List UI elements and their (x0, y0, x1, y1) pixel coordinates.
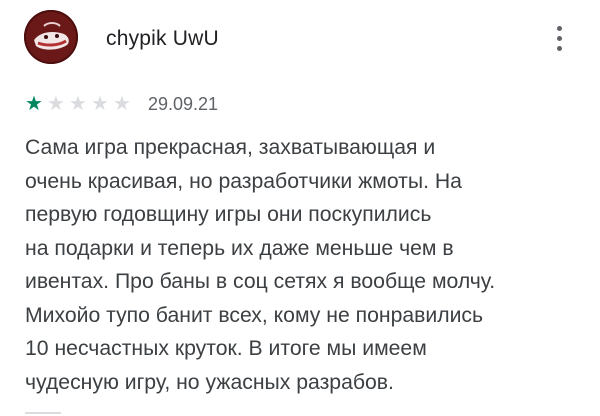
review-text-line: первую годовщину игры они поскупились (25, 203, 432, 226)
avatar (24, 10, 78, 64)
avatar-image (24, 10, 78, 64)
review-text-line: Сама игра прекрасная, захватывающая и (25, 136, 436, 159)
review-text-line: ивентах. Про баны в соц сетях я вообще м… (25, 270, 496, 293)
author-name: chypik UwU (106, 27, 219, 50)
review-text-line: чудесную игру, но ужасных разрабов. (25, 370, 394, 394)
divider (25, 412, 61, 414)
more-vert-icon-dot (557, 36, 562, 41)
star-icon: ★ (69, 91, 87, 115)
review-text-line: на подарки и теперь их даже меньше чем в (25, 236, 454, 260)
star-icon: ★ (47, 91, 65, 115)
star-icon: ★ (91, 91, 109, 115)
review-text-line: Михойо тупо банит всех, кому не понравил… (25, 303, 484, 327)
review-text: Сама игра прекрасная, захватывающая и оче… (25, 131, 590, 399)
more-vert-icon (557, 26, 562, 31)
more-options-button[interactable] (548, 20, 572, 56)
review-text-line: 10 несчастных круток. В итоге мы имеем (25, 337, 427, 360)
more-vert-icon-dot (557, 46, 562, 51)
star-icon: ★ (25, 91, 43, 115)
review-date: 29.09.21 (148, 94, 219, 114)
review-text-line: очень красивая, но разработчики жмоты. Н… (25, 169, 462, 193)
star-icon: ★ (113, 91, 131, 115)
review-card: chypik UwU ★ ★ ★ ★ ★ 29.09.21 Сама игра прек… (0, 0, 600, 416)
